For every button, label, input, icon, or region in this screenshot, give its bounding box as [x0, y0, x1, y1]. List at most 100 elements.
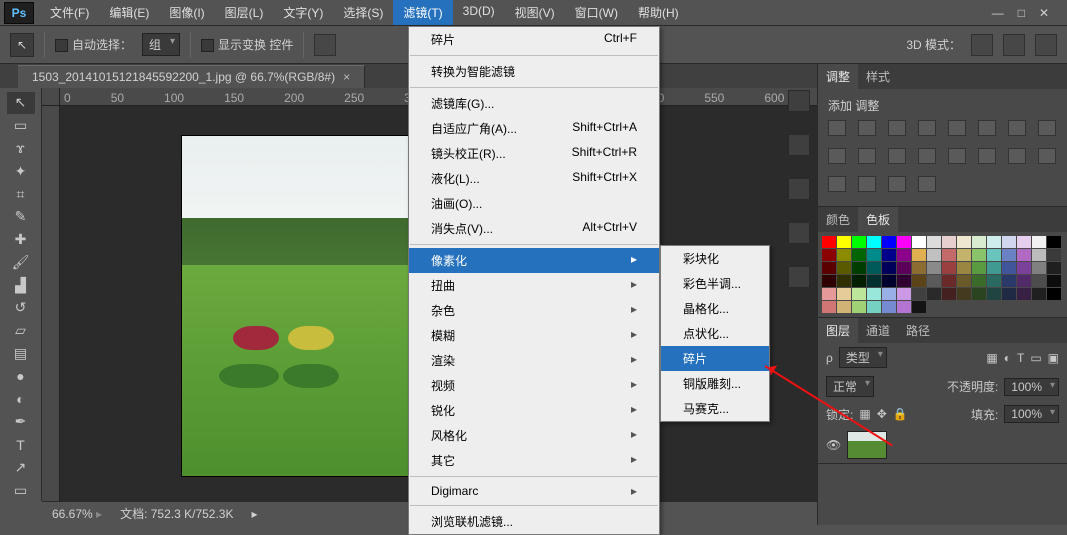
- swatch[interactable]: [1017, 288, 1031, 300]
- swatch[interactable]: [837, 249, 851, 261]
- move-tool[interactable]: ↖: [7, 92, 35, 114]
- submenu-item[interactable]: 碎片: [661, 346, 769, 371]
- menu-窗口[interactable]: 窗口(W): [565, 0, 628, 25]
- swatch[interactable]: [822, 275, 836, 287]
- menu-item[interactable]: 渲染: [409, 348, 659, 373]
- auto-select-checkbox[interactable]: 自动选择：: [55, 36, 132, 53]
- swatch[interactable]: [912, 275, 926, 287]
- swatch[interactable]: [1032, 262, 1046, 274]
- heal-tool[interactable]: ✚: [7, 229, 35, 251]
- lasso-tool[interactable]: ɤ: [7, 138, 35, 160]
- history-brush-tool[interactable]: ↺: [7, 297, 35, 319]
- fill-value[interactable]: 100%: [1004, 405, 1059, 423]
- swatch[interactable]: [957, 288, 971, 300]
- swatch[interactable]: [852, 275, 866, 287]
- menu-item[interactable]: Digimarc: [409, 480, 659, 502]
- swatch[interactable]: [897, 249, 911, 261]
- swatch[interactable]: [1002, 275, 1016, 287]
- history-panel-icon[interactable]: [788, 90, 810, 112]
- swatch[interactable]: [822, 236, 836, 248]
- swatch[interactable]: [822, 262, 836, 274]
- swatch[interactable]: [882, 275, 896, 287]
- swatch[interactable]: [942, 236, 956, 248]
- swatch[interactable]: [942, 288, 956, 300]
- lock-all-icon[interactable]: 🔒: [893, 407, 908, 421]
- swatch[interactable]: [1032, 275, 1046, 287]
- dodge-tool[interactable]: ◐: [7, 388, 35, 410]
- swatch[interactable]: [1032, 288, 1046, 300]
- document-tab[interactable]: 1503_20141015121845592200_1.jpg @ 66.7%(…: [18, 65, 365, 88]
- swatch[interactable]: [837, 301, 851, 313]
- swatch[interactable]: [1032, 249, 1046, 261]
- menu-item[interactable]: 模糊: [409, 323, 659, 348]
- filter-smart-icon[interactable]: ▣: [1048, 351, 1059, 365]
- swatch[interactable]: [927, 288, 941, 300]
- swatch[interactable]: [1002, 262, 1016, 274]
- layer-row[interactable]: 👁: [818, 427, 1067, 463]
- swatch[interactable]: [882, 288, 896, 300]
- swatch[interactable]: [972, 262, 986, 274]
- swatch[interactable]: [927, 249, 941, 261]
- pen-tool[interactable]: ✒: [7, 411, 35, 433]
- menu-item[interactable]: 碎片Ctrl+F: [409, 27, 659, 52]
- visibility-icon[interactable]: 👁: [826, 438, 841, 452]
- swatch[interactable]: [957, 236, 971, 248]
- tab-layers[interactable]: 图层: [818, 318, 858, 343]
- swatch[interactable]: [897, 301, 911, 313]
- show-transform-checkbox[interactable]: 显示变换 控件: [201, 36, 293, 53]
- properties-panel-icon[interactable]: [788, 178, 810, 200]
- menu-3d[interactable]: 3D(D): [453, 0, 505, 25]
- swatch[interactable]: [897, 236, 911, 248]
- submenu-item[interactable]: 彩块化: [661, 246, 769, 271]
- clone-panel-icon[interactable]: [788, 266, 810, 288]
- swatch[interactable]: [987, 275, 1001, 287]
- blend-mode-dropdown[interactable]: 正常: [826, 376, 874, 397]
- 3d-slide-icon[interactable]: [1035, 34, 1057, 56]
- brush-tool[interactable]: 🖌: [7, 251, 35, 273]
- swatch[interactable]: [1047, 236, 1061, 248]
- eraser-tool[interactable]: ▱: [7, 320, 35, 342]
- swatch[interactable]: [912, 262, 926, 274]
- filter-shape-icon[interactable]: ▭: [1030, 351, 1041, 365]
- menu-图层[interactable]: 图层(L): [215, 0, 274, 25]
- swatch[interactable]: [852, 249, 866, 261]
- menu-item[interactable]: 锐化: [409, 398, 659, 423]
- marquee-tool[interactable]: ▭: [7, 115, 35, 137]
- menu-文件[interactable]: 文件(F): [40, 0, 99, 25]
- menu-item[interactable]: 消失点(V)...Alt+Ctrl+V: [409, 216, 659, 241]
- tab-swatches[interactable]: 色板: [858, 207, 898, 232]
- swatch[interactable]: [1017, 275, 1031, 287]
- menu-文字[interactable]: 文字(Y): [273, 0, 333, 25]
- swatch[interactable]: [972, 288, 986, 300]
- swatch[interactable]: [1032, 236, 1046, 248]
- zoom-value[interactable]: 66.67%: [52, 507, 102, 521]
- submenu-item[interactable]: 晶格化...: [661, 296, 769, 321]
- shape-tool[interactable]: ▭: [7, 479, 35, 501]
- tab-styles[interactable]: 样式: [858, 64, 898, 89]
- swatch[interactable]: [942, 275, 956, 287]
- swatch[interactable]: [957, 249, 971, 261]
- swatch[interactable]: [867, 301, 881, 313]
- menu-帮助[interactable]: 帮助(H): [628, 0, 689, 25]
- menu-item[interactable]: 自适应广角(A)...Shift+Ctrl+A: [409, 116, 659, 141]
- swatch[interactable]: [852, 262, 866, 274]
- swatch[interactable]: [942, 249, 956, 261]
- swatch[interactable]: [927, 262, 941, 274]
- canvas[interactable]: [182, 136, 412, 476]
- submenu-item[interactable]: 彩色半调...: [661, 271, 769, 296]
- swatch[interactable]: [822, 249, 836, 261]
- swatch[interactable]: [1002, 288, 1016, 300]
- swatch[interactable]: [852, 301, 866, 313]
- menu-item[interactable]: 杂色: [409, 298, 659, 323]
- swatch[interactable]: [882, 301, 896, 313]
- tab-adjustments[interactable]: 调整: [818, 64, 858, 89]
- opacity-value[interactable]: 100%: [1004, 378, 1059, 396]
- swatch[interactable]: [837, 262, 851, 274]
- maximize-button[interactable]: □: [1018, 6, 1025, 20]
- type-tool[interactable]: T: [7, 434, 35, 456]
- lock-position-icon[interactable]: ✥: [877, 407, 887, 421]
- tab-channels[interactable]: 通道: [858, 318, 898, 343]
- swatch[interactable]: [912, 288, 926, 300]
- menu-滤镜[interactable]: 滤镜(T): [393, 0, 452, 25]
- menu-item[interactable]: 视频: [409, 373, 659, 398]
